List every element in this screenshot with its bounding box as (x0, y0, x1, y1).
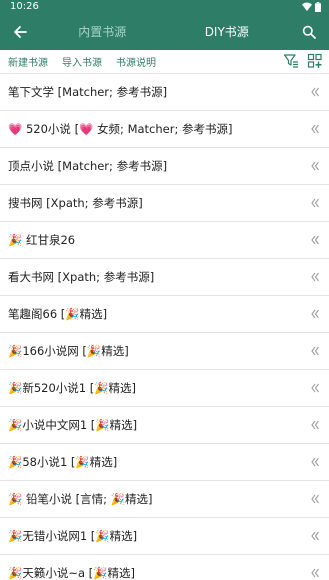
source-name: 🎉 红甘泉26 (8, 233, 76, 247)
source-name: 笔趣阁66 [🎉精选] (8, 307, 108, 321)
double-chevron-left-icon[interactable] (310, 418, 320, 432)
source-list-item[interactable]: 💗 520小说 [💗 女频; Matcher; 参考书源] (0, 111, 329, 148)
source-name: 🎉小说中文网1 [🎉精选] (8, 418, 138, 432)
double-chevron-left-icon[interactable] (310, 529, 320, 543)
wifi-icon (302, 2, 312, 11)
tab-diy-sources[interactable]: DIY书源 (165, 13, 290, 50)
source-toolbar: 新建书源 导入书源 书源说明 (0, 50, 329, 74)
double-chevron-left-icon[interactable] (310, 122, 320, 136)
source-name: 🎉新520小说1 [🎉精选] (8, 381, 137, 395)
source-name: 🎉天籁小说~a [🎉精选] (8, 566, 135, 580)
double-chevron-left-icon[interactable] (310, 85, 320, 99)
status-icons (302, 1, 321, 12)
source-name: 🎉无错小说网1 [🎉精选] (8, 529, 138, 543)
source-list-item[interactable]: 🎉新520小说1 [🎉精选] (0, 370, 329, 407)
source-name: 🎉166小说网 [🎉精选] (8, 344, 129, 358)
source-list: 笔下文学 [Matcher; 参考书源] 💗 520小说 [💗 女频; Match… (0, 74, 329, 580)
source-name: 顶点小说 [Matcher; 参考书源] (8, 159, 168, 173)
source-name: 看大书网 [Xpath; 参考书源] (8, 270, 155, 284)
double-chevron-left-icon[interactable] (310, 159, 320, 173)
add-group-icon (307, 53, 322, 68)
double-chevron-left-icon[interactable] (310, 270, 320, 284)
source-list-item[interactable]: 🎉小说中文网1 [🎉精选] (0, 407, 329, 444)
add-group-button[interactable] (307, 53, 323, 69)
double-chevron-left-icon[interactable] (310, 492, 320, 506)
double-chevron-left-icon[interactable] (310, 196, 320, 210)
battery-icon (315, 1, 321, 12)
source-list-item[interactable]: 看大书网 [Xpath; 参考书源] (0, 259, 329, 296)
double-chevron-left-icon[interactable] (310, 307, 320, 321)
source-name: 笔下文学 [Matcher; 参考书源] (8, 85, 168, 99)
source-name: 🎉58小说1 [🎉精选] (8, 455, 118, 469)
status-bar: 10:26 (0, 0, 329, 13)
app-bar: 内置书源 DIY书源 (0, 13, 329, 50)
double-chevron-left-icon[interactable] (310, 381, 320, 395)
source-list-item[interactable]: 🎉58小说1 [🎉精选] (0, 444, 329, 481)
new-source-link[interactable]: 新建书源 (8, 54, 48, 69)
filter-button[interactable] (283, 53, 299, 69)
toolbar-icons (283, 53, 323, 69)
tab-label: 内置书源 (78, 25, 127, 39)
double-chevron-left-icon[interactable] (310, 455, 320, 469)
source-list-item[interactable]: 笔趣阁66 [🎉精选] (0, 296, 329, 333)
source-list-item[interactable]: 🎉 红甘泉26 (0, 222, 329, 259)
double-chevron-left-icon[interactable] (310, 233, 320, 247)
arrow-left-icon (14, 25, 27, 38)
source-name: 搜书网 [Xpath; 参考书源] (8, 196, 143, 210)
source-list-item[interactable]: 顶点小说 [Matcher; 参考书源] (0, 148, 329, 185)
source-name: 🎉 铅笔小说 [言情; 🎉精选] (8, 492, 153, 506)
import-source-link[interactable]: 导入书源 (62, 54, 102, 69)
search-button[interactable] (289, 13, 329, 50)
source-name: 💗 520小说 [💗 女频; Matcher; 参考书源] (8, 122, 233, 136)
filter-icon (283, 54, 298, 68)
source-list-item[interactable]: 🎉166小说网 [🎉精选] (0, 333, 329, 370)
double-chevron-left-icon[interactable] (310, 566, 320, 580)
back-button[interactable] (0, 13, 40, 50)
search-icon (302, 25, 316, 39)
source-list-item[interactable]: 🎉天籁小说~a [🎉精选] (0, 555, 329, 580)
source-list-item[interactable]: 搜书网 [Xpath; 参考书源] (0, 185, 329, 222)
status-time: 10:26 (10, 1, 39, 12)
tab-label: DIY书源 (204, 25, 249, 39)
source-list-item[interactable]: 笔下文学 [Matcher; 参考书源] (0, 74, 329, 111)
source-list-item[interactable]: 🎉无错小说网1 [🎉精选] (0, 518, 329, 555)
source-help-link[interactable]: 书源说明 (116, 54, 156, 69)
source-list-item[interactable]: 🎉 铅笔小说 [言情; 🎉精选] (0, 481, 329, 518)
double-chevron-left-icon[interactable] (310, 344, 320, 358)
tab-builtin-sources[interactable]: 内置书源 (40, 13, 165, 50)
source-tabs: 内置书源 DIY书源 (40, 13, 289, 50)
